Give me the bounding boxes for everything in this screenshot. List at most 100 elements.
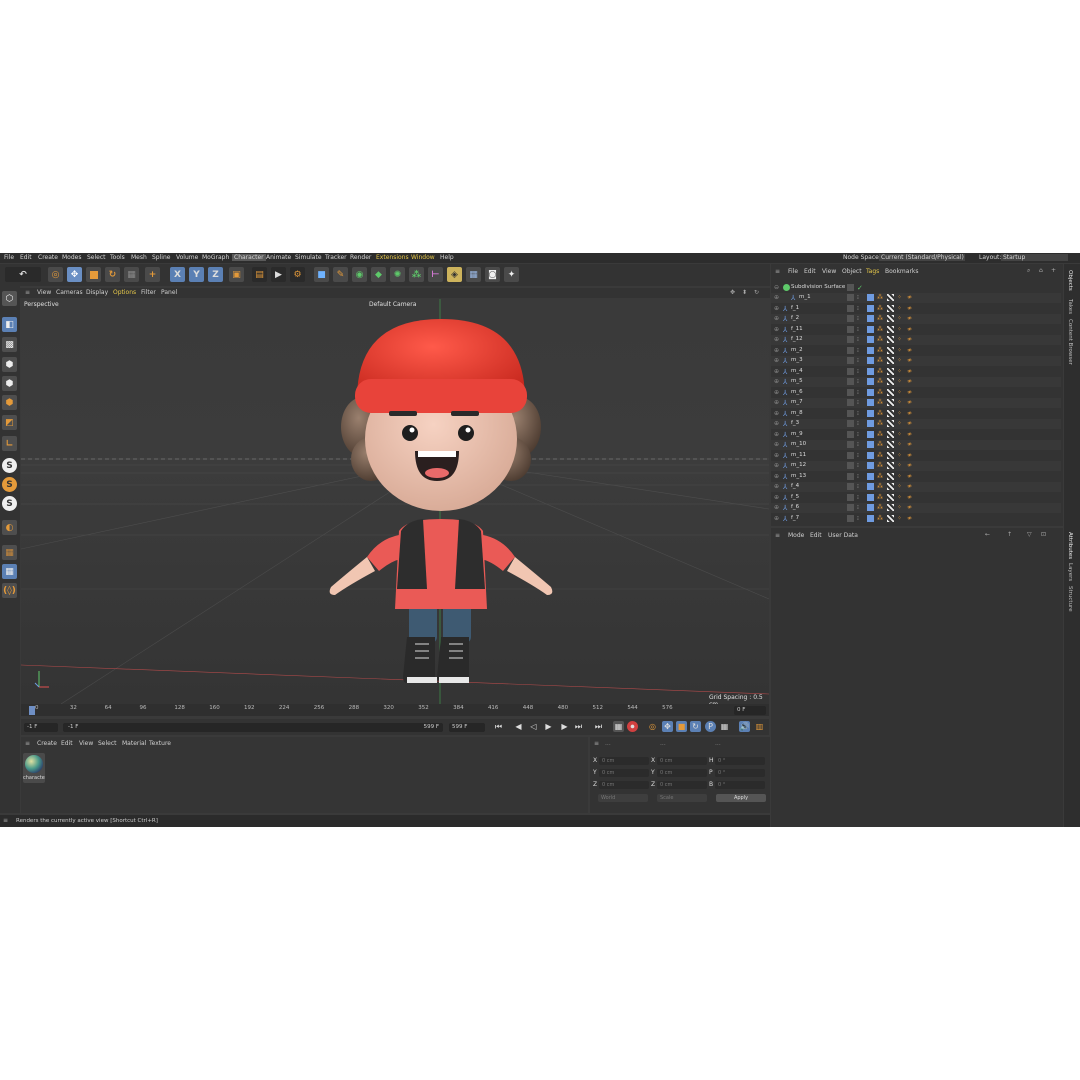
expand-icon[interactable]: ⊕ xyxy=(774,473,781,480)
weight-tag-icon[interactable]: ⁂ xyxy=(877,347,884,354)
texture-tag-icon[interactable] xyxy=(887,294,894,301)
render-dots-icon[interactable]: ⁝ xyxy=(857,347,864,354)
tree-row[interactable]: ⊕ ⅄ f_3 ⁝ ⁂ ⁘ ≉ xyxy=(771,419,1061,429)
model-mode-icon[interactable]: ◧ xyxy=(2,317,17,332)
snap-s-button-1[interactable]: S xyxy=(2,458,17,473)
selection-tag-icon[interactable]: ⁘ xyxy=(897,315,904,322)
render-dots-icon[interactable]: ⁝ xyxy=(857,473,864,480)
material-tag-icon[interactable]: ≉ xyxy=(907,347,914,354)
selection-tag-icon[interactable]: ⁘ xyxy=(897,294,904,301)
tree-row[interactable]: ⊕ ⅄ m_10 ⁝ ⁂ ⁘ ≉ xyxy=(771,440,1061,450)
current-frame-field[interactable]: 0 F xyxy=(734,706,766,715)
render-dots-icon[interactable]: ⁝ xyxy=(857,305,864,312)
tree-row[interactable]: ⊕ ⅄ f_1 ⁝ ⁂ ⁘ ≉ xyxy=(771,303,1061,314)
selection-icon[interactable]: ◎ xyxy=(48,267,63,282)
tree-row-root[interactable]: ⊖ Subdivision Surface ✓ xyxy=(771,283,1061,293)
visibility-toggle[interactable] xyxy=(847,294,854,301)
texture-tag-icon[interactable] xyxy=(887,304,894,312)
menu-file[interactable]: File xyxy=(4,254,14,261)
viewport-move-icon[interactable]: ✥ xyxy=(730,289,735,296)
tag-icon[interactable] xyxy=(867,430,874,438)
tag-icon[interactable] xyxy=(867,504,874,511)
menu-render[interactable]: Render xyxy=(350,254,371,261)
tree-row[interactable]: ⊕ ⅄ f_6 ⁝ ⁂ ⁘ ≉ xyxy=(771,503,1061,513)
weight-tag-icon[interactable]: ⁂ xyxy=(877,441,884,448)
expand-icon[interactable]: ⊕ xyxy=(774,483,781,490)
material-tag-icon[interactable]: ≉ xyxy=(907,431,914,438)
tree-row[interactable]: ⊕ ⅄ m_1 ⁝ ⁂ ⁘ ≉ xyxy=(771,293,1061,303)
visibility-toggle[interactable] xyxy=(847,409,854,417)
weight-tag-icon[interactable]: ⁂ xyxy=(877,326,884,333)
material-tag-icon[interactable]: ≉ xyxy=(907,389,914,396)
key-pla-icon[interactable]: ▦ xyxy=(719,721,730,732)
mograph-icon[interactable]: ⁂ xyxy=(409,267,424,282)
viewport-rotate-icon[interactable]: ↻ xyxy=(754,289,759,296)
edges-mode-icon[interactable]: ⬢ xyxy=(2,376,17,391)
render-dots-icon[interactable]: ⁝ xyxy=(857,399,864,406)
material-tag-icon[interactable]: ≉ xyxy=(907,378,914,385)
tree-row[interactable]: ⊕ ⅄ m_2 ⁝ ⁂ ⁘ ≉ xyxy=(771,345,1061,356)
material-tag-icon[interactable]: ≉ xyxy=(907,483,914,490)
menu-tools[interactable]: Tools xyxy=(110,254,125,261)
axis-y-button[interactable]: Y xyxy=(189,267,204,282)
material-tag-icon[interactable]: ≉ xyxy=(907,473,914,480)
material-tag-icon[interactable]: ≉ xyxy=(907,410,914,417)
pen-icon[interactable]: ✎ xyxy=(333,267,348,282)
expand-icon[interactable]: ⊕ xyxy=(774,368,781,375)
selection-tag-icon[interactable]: ⁘ xyxy=(897,347,904,354)
menu-extensions[interactable]: Extensions xyxy=(376,254,409,261)
cloner-icon[interactable]: ✺ xyxy=(390,267,405,282)
tree-row[interactable]: ⊕ ⅄ m_5 ⁝ ⁂ ⁘ ≉ xyxy=(771,377,1061,387)
texture-tag-icon[interactable] xyxy=(887,514,894,522)
visibility-toggle[interactable] xyxy=(847,336,854,343)
visibility-toggle[interactable] xyxy=(847,420,854,427)
expand-icon[interactable]: ⊕ xyxy=(774,462,781,469)
axis-mode-icon[interactable]: ∟ xyxy=(2,436,17,451)
render-dots-icon[interactable]: ⁝ xyxy=(857,294,864,301)
light-icon[interactable]: ✦ xyxy=(504,267,519,282)
material-tag-icon[interactable]: ≉ xyxy=(907,452,914,459)
tree-row[interactable]: ⊕ ⅄ f_4 ⁝ ⁂ ⁘ ≉ xyxy=(771,482,1061,492)
texture-tag-icon[interactable] xyxy=(887,336,894,343)
render-settings-icon[interactable]: ⚙ xyxy=(290,267,305,282)
mat-menu-material[interactable]: Material xyxy=(122,740,146,747)
polygons-mode-icon[interactable]: ⬢ xyxy=(2,395,17,410)
expand-icon[interactable]: ⊕ xyxy=(774,410,781,417)
tab-content-browser[interactable]: Content Browser xyxy=(1067,319,1073,365)
grid-icon[interactable]: ▦ xyxy=(2,545,17,560)
size-z-input[interactable]: 0 cm xyxy=(657,781,707,789)
render-view-icon[interactable]: ▶ xyxy=(271,267,286,282)
material-tag-icon[interactable]: ≉ xyxy=(907,315,914,322)
render-dots-icon[interactable]: ⁝ xyxy=(857,389,864,396)
render-dots-icon[interactable]: ⁝ xyxy=(857,515,864,522)
selection-tag-icon[interactable]: ⁘ xyxy=(897,420,904,427)
visibility-toggle[interactable] xyxy=(847,451,854,459)
key-scale-icon[interactable]: ■ xyxy=(676,721,687,732)
selection-tag-icon[interactable]: ⁘ xyxy=(897,399,904,406)
filter-icon[interactable]: ▽ xyxy=(1027,531,1032,538)
weight-tag-icon[interactable]: ⁂ xyxy=(877,431,884,438)
tree-row[interactable]: ⊕ ⅄ f_7 ⁝ ⁂ ⁘ ≉ xyxy=(771,513,1061,524)
tree-row[interactable]: ⊕ ⅄ m_8 ⁝ ⁂ ⁘ ≉ xyxy=(771,408,1061,419)
obj-menu-edit[interactable]: Edit xyxy=(804,268,816,275)
render-region-icon[interactable]: ▤ xyxy=(252,267,267,282)
tab-objects[interactable]: Objects xyxy=(1067,270,1073,291)
vp-menu-view[interactable]: View xyxy=(37,289,51,296)
viewport-zoom-icon[interactable]: ⬍ xyxy=(742,289,747,296)
tag-icon[interactable] xyxy=(867,325,874,333)
coord-hamburger-icon[interactable]: ≡ xyxy=(594,740,599,747)
visibility-toggle[interactable] xyxy=(847,378,854,385)
expand-icon[interactable]: ⊕ xyxy=(774,326,781,333)
weight-tag-icon[interactable]: ⁂ xyxy=(877,294,884,301)
tree-row[interactable]: ⊕ ⅄ f_5 ⁝ ⁂ ⁘ ≉ xyxy=(771,492,1061,503)
scale-icon[interactable] xyxy=(86,267,101,282)
texture-tag-icon[interactable] xyxy=(887,472,894,480)
weight-tag-icon[interactable]: ⁂ xyxy=(877,368,884,375)
render-dots-icon[interactable]: ⁝ xyxy=(857,441,864,448)
vp-menu-display[interactable]: Display xyxy=(86,289,108,296)
rotate-icon[interactable]: ↻ xyxy=(105,267,120,282)
workplane-grid-icon[interactable]: ▦ xyxy=(2,564,17,579)
tag-icon[interactable] xyxy=(867,346,874,354)
render-dots-icon[interactable]: ⁝ xyxy=(857,483,864,490)
go-to-start-icon[interactable]: ⏮ xyxy=(493,721,504,732)
